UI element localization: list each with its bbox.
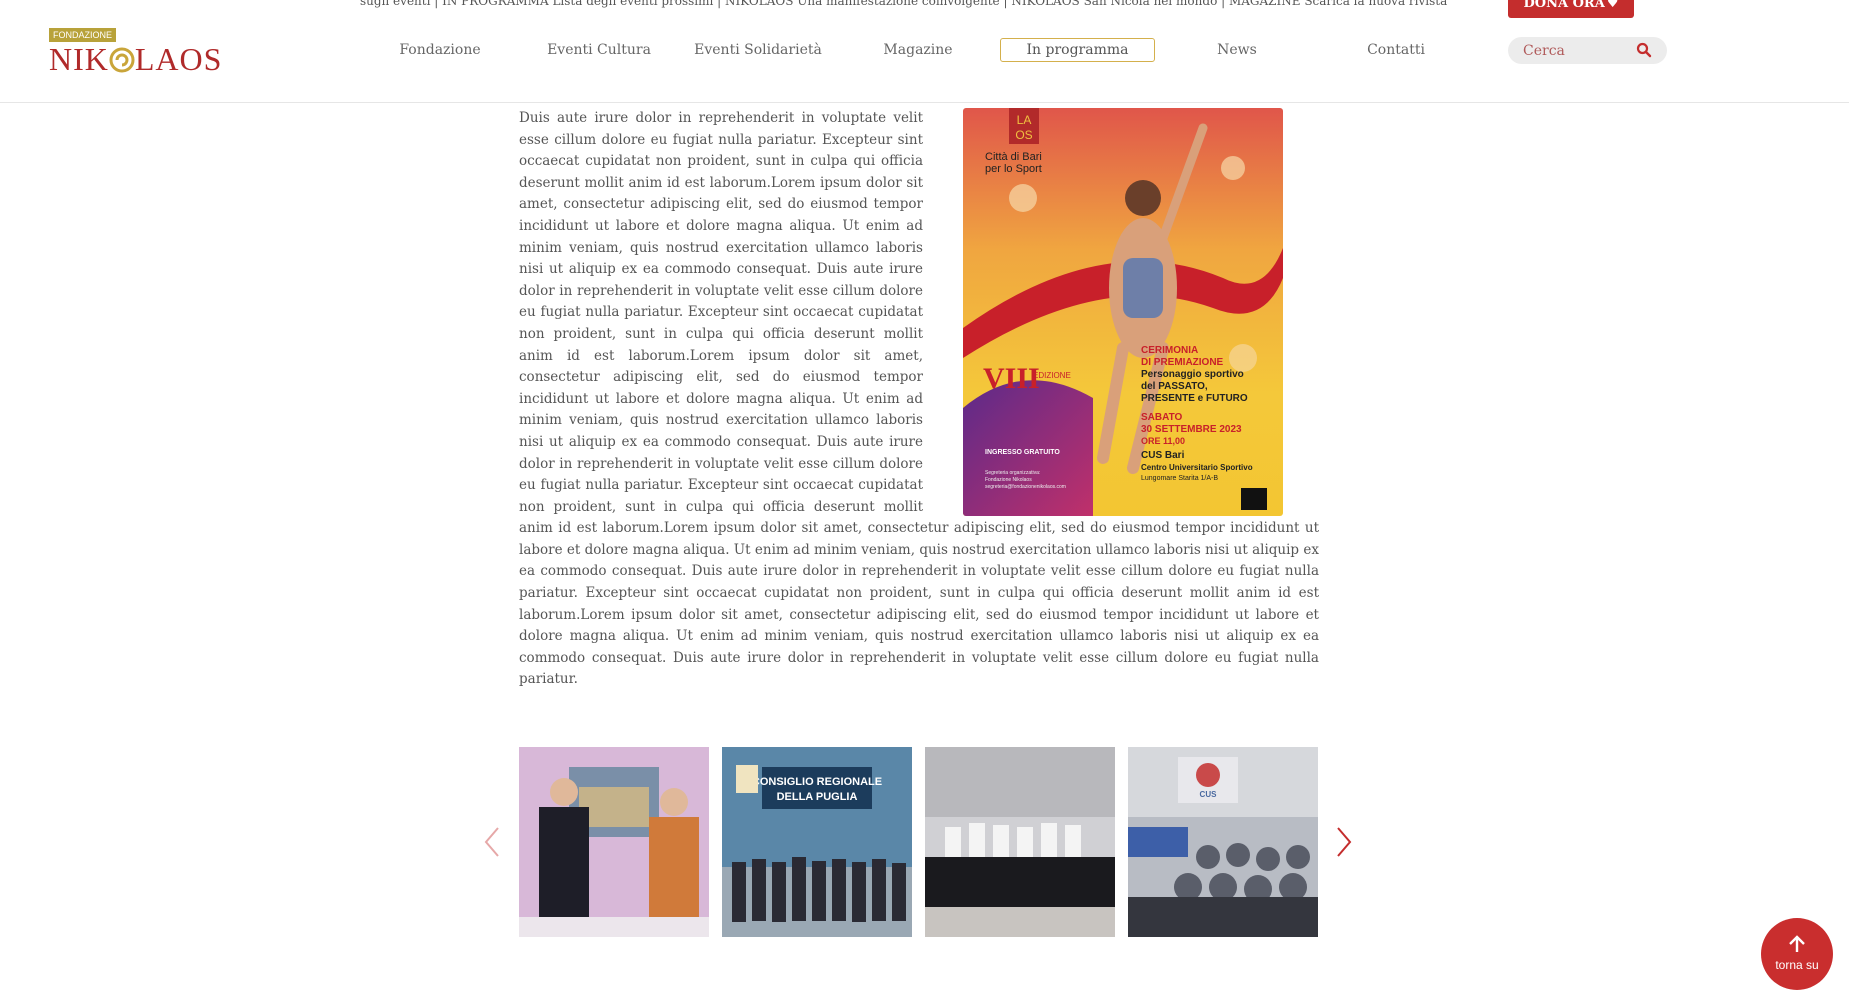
poster-award-line1: Personaggio sportivo	[1141, 369, 1244, 380]
logo-text-right: LAOS	[134, 41, 223, 77]
gallery-photo-4-image: CUS	[1128, 747, 1318, 937]
news-ticker[interactable]: sugli eventi | IN PROGRAMMA Lista degli …	[360, 0, 1478, 10]
poster-city-line2: per lo Sport	[985, 163, 1042, 175]
gallery-next-arrow[interactable]	[1332, 824, 1356, 860]
poster-ceremony-line2: DI PREMIAZIONE	[1141, 357, 1224, 368]
gallery-sign-line1: CONSIGLIO REGIONALE	[752, 776, 882, 788]
nav-item-news[interactable]: News	[1157, 38, 1317, 62]
gallery-photo-4[interactable]: CUS	[1128, 747, 1318, 937]
nav-item-in-programma[interactable]: In programma	[1000, 38, 1155, 62]
gallery-photo-3[interactable]	[925, 747, 1115, 937]
poster-address: Lungomare Starita 1/A-B	[1141, 475, 1218, 482]
back-to-top-button[interactable]: torna su	[1761, 918, 1833, 990]
poster-entry: INGRESSO GRATUITO	[985, 449, 1060, 456]
main-nav: Fondazione Eventi Cultura Eventi Solidar…	[360, 38, 1510, 62]
gallery-photo-2[interactable]: CONSIGLIO REGIONALE DELLA PUGLIA	[722, 747, 912, 937]
search-box	[1508, 37, 1667, 64]
heart-icon: ♥	[1606, 0, 1619, 11]
event-poster: LA OS Città di Bari per lo Sport VIII ED…	[963, 108, 1283, 516]
logo-badge: FONDAZIONE	[49, 28, 117, 42]
poster-city-line1: Città di Bari	[985, 151, 1042, 163]
donate-button[interactable]: DONA ORA ♥	[1508, 0, 1634, 18]
spiral-icon	[109, 47, 135, 73]
poster-brand-top: LA	[1017, 113, 1032, 127]
search-icon[interactable]	[1636, 42, 1652, 58]
gallery-banner-text: CUS	[1200, 790, 1218, 799]
nav-item-eventi-cultura[interactable]: Eventi Cultura	[519, 38, 679, 62]
back-to-top-label: torna su	[1775, 958, 1819, 972]
poster-organizer-line2: Fondazione Nikolaos	[985, 477, 1032, 483]
poster-brand-bottom: OS	[1015, 128, 1032, 142]
poster-edition-number: VIII	[983, 362, 1040, 395]
search-input[interactable]	[1523, 40, 1633, 61]
donate-label: DONA ORA	[1523, 0, 1605, 11]
poster-ceremony-line1: CERIMONIA	[1141, 345, 1198, 356]
gallery-photo-1[interactable]	[519, 747, 709, 937]
article-body: LA OS Città di Bari per lo Sport VIII ED…	[519, 108, 1319, 691]
gallery-photo-2-image: CONSIGLIO REGIONALE DELLA PUGLIA	[722, 747, 912, 937]
poster-award-line3: PRESENTE e FUTURO	[1141, 393, 1248, 404]
poster-edition-word: EDIZIONE	[1033, 371, 1071, 380]
poster-date: 30 SETTEMBRE 2023	[1141, 424, 1242, 435]
nav-item-magazine[interactable]: Magazine	[838, 38, 998, 62]
poster-organizer-line1: Segreteria organizzativa:	[985, 470, 1040, 476]
poster-venue-full: Centro Universitario Sportivo	[1141, 463, 1253, 472]
poster-artwork: LA OS Città di Bari per lo Sport VIII ED…	[963, 108, 1283, 516]
nav-item-eventi-solidarieta[interactable]: Eventi Solidarietà	[678, 38, 838, 62]
arrow-up-icon	[1789, 935, 1805, 952]
photo-gallery: CONSIGLIO REGIONALE DELLA PUGLIA CUS	[519, 747, 1318, 937]
gallery-prev-arrow[interactable]	[480, 824, 504, 860]
logo-wordmark: NIK LAOS	[49, 42, 222, 76]
gallery-sign-line2: DELLA PUGLIA	[777, 791, 858, 803]
poster-time: ORE 11,00	[1141, 436, 1185, 446]
logo-text-left: NIK	[49, 41, 109, 77]
site-header: FONDAZIONE NIK LAOS sugli eventi | IN PR…	[0, 0, 1849, 103]
poster-venue: CUS Bari	[1141, 450, 1185, 461]
gallery-photo-1-image	[519, 747, 709, 937]
poster-day: SABATO	[1141, 412, 1183, 423]
site-logo[interactable]: FONDAZIONE NIK LAOS	[49, 28, 245, 76]
poster-award-line2: del PASSATO,	[1141, 381, 1208, 392]
nav-item-fondazione[interactable]: Fondazione	[360, 38, 520, 62]
gallery-photo-3-image	[925, 747, 1115, 937]
nav-item-contatti[interactable]: Contatti	[1316, 38, 1476, 62]
poster-organizer-line3: segreteria@fondazionenikolaos.com	[985, 484, 1066, 490]
